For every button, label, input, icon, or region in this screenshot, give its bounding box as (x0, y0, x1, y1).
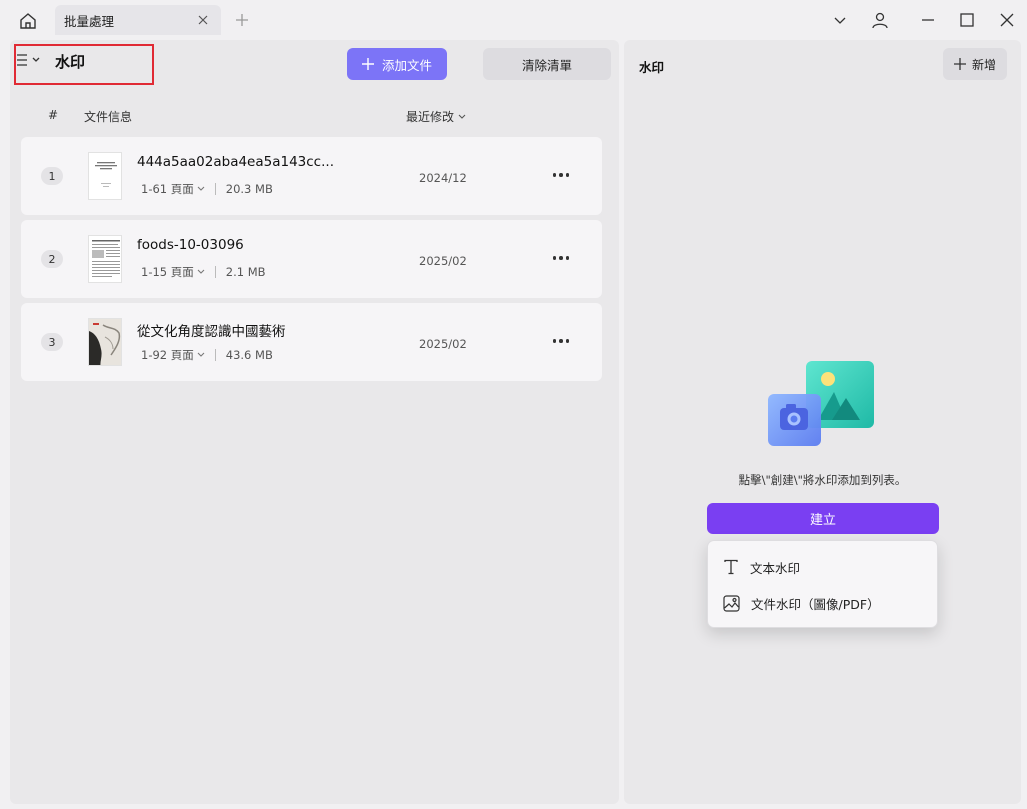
new-tab-icon[interactable] (232, 10, 252, 30)
menu-item-file-watermark[interactable]: 文件水印（圖像/PDF） (708, 585, 937, 621)
page-range: 1-15 頁面 (141, 265, 194, 279)
more-options-icon[interactable] (548, 331, 574, 351)
tab-close-icon[interactable] (195, 12, 211, 28)
image-illustration-icon (766, 358, 878, 450)
file-date: 2025/02 (419, 337, 467, 351)
menu-icon[interactable] (16, 52, 46, 68)
file-thumbnail (88, 235, 122, 283)
create-button[interactable]: 建立 (707, 503, 939, 534)
file-size: 20.3 MB (225, 182, 273, 196)
row-number: 2 (41, 250, 63, 268)
chevron-down-icon (458, 114, 466, 119)
close-window-icon[interactable] (995, 8, 1019, 32)
file-row[interactable]: 2 foods-10-03096 1-15 頁面 2.1 MB 2025/02 (21, 220, 602, 298)
file-row[interactable]: 3 從文化角度認識中國藝術 1-92 頁面 43.6 MB 2025/02 (21, 303, 602, 381)
file-list-panel: 水印 添加文件 清除清單 # 文件信息 最近修改 1 444a5aa02aba4… (10, 40, 619, 804)
file-thumbnail (88, 318, 122, 366)
page-range-selector[interactable]: 1-92 頁面 (141, 347, 205, 363)
list-column-header: # 文件信息 最近修改 (10, 102, 619, 126)
menu-item-text-watermark[interactable]: 文本水印 (708, 549, 937, 585)
add-watermark-button[interactable]: 新增 (943, 48, 1007, 80)
add-file-button[interactable]: 添加文件 (347, 48, 447, 80)
title-bar: 批量處理 (0, 0, 1027, 40)
page-range-selector[interactable]: 1-61 頁面 (141, 181, 205, 197)
chevron-down-icon (197, 186, 205, 191)
file-size: 2.1 MB (225, 265, 266, 279)
page-range: 1-92 頁面 (141, 348, 194, 362)
page-range: 1-61 頁面 (141, 182, 194, 196)
add-file-label: 添加文件 (381, 57, 432, 73)
clear-list-label: 清除清單 (521, 57, 572, 73)
file-thumbnail (88, 152, 122, 200)
home-icon[interactable] (14, 8, 42, 34)
sort-by-modified[interactable]: 最近修改 (406, 108, 466, 125)
file-meta: 1-61 頁面 20.3 MB (141, 181, 273, 197)
row-number: 3 (41, 333, 63, 351)
file-name: foods-10-03096 (137, 237, 244, 253)
text-watermark-label: 文本水印 (750, 560, 801, 576)
chevron-down-icon (197, 269, 205, 274)
file-size: 43.6 MB (225, 348, 273, 362)
file-meta: 1-15 頁面 2.1 MB (141, 264, 266, 280)
file-row[interactable]: 1 444a5aa02aba4ea5a143cc... 1-61 頁面 20.3… (21, 137, 602, 215)
image-file-icon (723, 594, 740, 612)
text-icon (724, 559, 738, 575)
file-date: 2025/02 (419, 254, 467, 268)
file-list-header: 水印 添加文件 清除清單 (10, 40, 619, 88)
file-meta: 1-92 頁面 43.6 MB (141, 347, 273, 363)
create-button-label: 建立 (809, 513, 836, 528)
tab-batch-process[interactable]: 批量處理 (55, 5, 221, 35)
account-icon[interactable] (868, 8, 892, 32)
empty-state-hint: 點擊\"創建\"將水印添加到列表。 (738, 473, 907, 487)
watermark-panel: 水印 新增 點擊\"創建\"將水印添加到列表。 建立 文本水印 文件水印（圖像/… (624, 40, 1021, 804)
more-options-icon[interactable] (548, 165, 574, 185)
file-date: 2024/12 (419, 171, 467, 185)
row-number: 1 (41, 167, 63, 185)
page-range-selector[interactable]: 1-15 頁面 (141, 264, 205, 280)
file-name: 從文化角度認識中國藝術 (137, 324, 286, 340)
minimize-icon[interactable] (916, 8, 940, 32)
maximize-icon[interactable] (955, 8, 979, 32)
divider (214, 349, 216, 361)
divider (214, 266, 216, 278)
file-watermark-label: 文件水印（圖像/PDF） (751, 596, 880, 612)
column-number: # (48, 108, 59, 122)
add-watermark-label: 新增 (971, 57, 996, 72)
column-modified: 最近修改 (406, 110, 455, 124)
plus-icon (953, 58, 966, 70)
divider (214, 183, 216, 195)
watermark-panel-title: 水印 (639, 60, 665, 75)
chevron-down-icon (197, 352, 205, 357)
tab-label: 批量處理 (64, 13, 115, 29)
more-options-icon[interactable] (548, 248, 574, 268)
column-file-info: 文件信息 (84, 110, 133, 124)
watermark-type-menu: 文本水印 文件水印（圖像/PDF） (707, 540, 938, 628)
plus-icon (361, 58, 374, 70)
clear-list-button[interactable]: 清除清單 (483, 48, 611, 80)
mode-title: 水印 (55, 53, 86, 71)
chevron-down-icon[interactable] (828, 8, 852, 32)
file-name: 444a5aa02aba4ea5a143cc... (137, 154, 334, 170)
